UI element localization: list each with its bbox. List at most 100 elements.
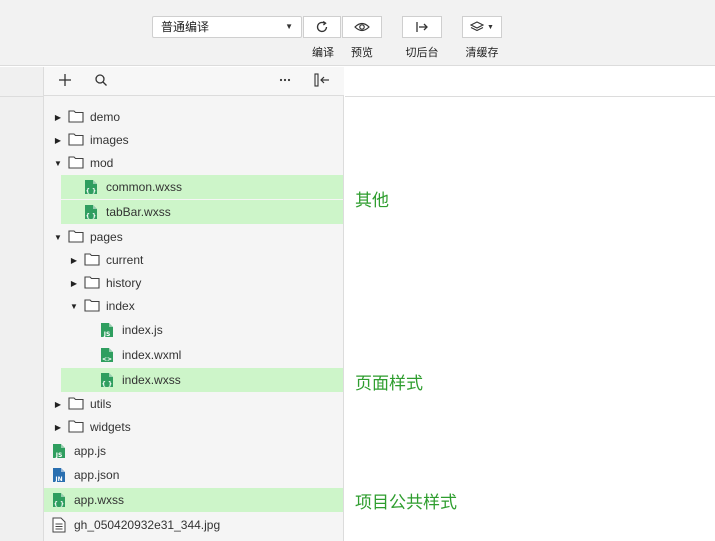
tree-item-label: current [106,253,144,267]
preview-label: 预览 [351,47,373,59]
tree-item-label: app.json [74,468,120,482]
tree-folder[interactable]: ▶ history [44,271,343,295]
folder-icon [68,229,84,245]
switch-background-button[interactable] [402,16,442,38]
search-icon[interactable] [94,73,108,87]
compile-mode-select[interactable]: 普通编译 ▼ [152,16,302,38]
expanded-arrow-icon[interactable]: ▼ [52,233,64,242]
tree-item-label: app.js [74,444,107,458]
svg-text:{ }: { } [86,213,97,220]
ellipsis-icon[interactable] [278,73,292,87]
tree-folder[interactable]: ▼ mod [44,151,343,175]
svg-text:JS: JS [55,452,63,459]
svg-text:{ }: { } [86,188,97,195]
tree-folder[interactable]: ▶ utils [44,392,343,416]
collapse-panel-icon[interactable] [314,73,330,87]
tree-file[interactable]: { } app.wxss [44,488,343,512]
compile-label: 编译 [312,47,334,59]
clear-cache-button[interactable]: ▼ [462,16,502,38]
annotation-project-style: 项目公共样式 [355,493,457,513]
expanded-arrow-icon[interactable]: ▼ [52,159,64,168]
tree-file[interactable]: JS index.js [44,318,343,342]
expanded-arrow-icon[interactable]: ▼ [68,302,80,311]
preview-button[interactable] [342,16,382,38]
folder-icon [68,155,84,171]
file-explorer: ▶ demo ▶ images ▼ mod { } common.wxss { } tabBar.… [44,67,344,541]
tree-item-label: index.js [122,323,163,337]
svg-text:JS: JS [103,331,111,338]
tree-item-label: index.wxml [122,348,182,362]
tree-folder[interactable]: ▶ demo [44,105,343,129]
tree-folder[interactable]: ▶ current [44,248,343,272]
folder-icon [84,275,100,291]
tree-folder[interactable]: ▼ index [44,294,343,318]
wxss-file-icon: { } [84,179,100,195]
tree-item-label: history [106,276,142,290]
compile-button[interactable] [303,16,341,38]
eye-icon [354,22,370,32]
refresh-icon [316,20,328,33]
image-file-icon [52,517,68,533]
svg-text:<>: <> [102,356,112,363]
collapsed-arrow-icon[interactable]: ▶ [68,256,80,265]
svg-text:JN: JN [54,476,62,483]
plus-icon[interactable] [58,73,72,87]
annotation-other: 其他 [355,191,389,211]
switch-background-label: 切后台 [405,47,439,59]
tree-item-label: demo [90,110,121,124]
layers-icon [470,21,485,32]
svg-text:{ }: { } [54,501,65,508]
tree-item-label: common.wxss [106,180,183,194]
js-file-icon: JS [100,322,116,338]
divider [345,96,715,97]
collapsed-arrow-icon[interactable]: ▶ [52,136,64,145]
js-file-icon: JS [52,443,68,459]
explorer-header [44,67,344,96]
folder-icon [84,252,100,268]
tree-folder[interactable]: ▼ pages [44,225,343,249]
tree-file[interactable]: gh_050420932e31_344.jpg [44,513,343,537]
clear-cache-label: 清缓存 [465,47,499,59]
activity-bar [0,67,44,541]
tree-item-label: widgets [90,420,131,434]
folder-icon [68,109,84,125]
collapsed-arrow-icon[interactable]: ▶ [68,279,80,288]
folder-icon [68,419,84,435]
tree-file[interactable]: { } common.wxss [61,175,343,199]
tree-item-label: mod [90,156,114,170]
tree-item-label: index.wxss [122,373,181,387]
tree-item-label: images [90,133,129,147]
tree-file[interactable]: { } index.wxss [61,368,343,392]
tree-item-label: app.wxss [74,493,125,507]
collapsed-arrow-icon[interactable]: ▶ [52,423,64,432]
tree-file[interactable]: <> index.wxml [44,343,343,367]
json-file-icon: JN [52,467,68,483]
tree-file[interactable]: JS app.js [44,439,343,463]
tree-folder[interactable]: ▶ images [44,128,343,152]
wxss-file-icon: { } [84,204,100,220]
folder-icon [68,132,84,148]
folder-icon [84,298,100,314]
svg-text:{ }: { } [102,381,113,388]
tree-file[interactable]: { } tabBar.wxss [61,200,343,224]
folder-icon [68,396,84,412]
tree-item-label: utils [90,397,112,411]
tree-file[interactable]: JN app.json [44,463,343,487]
editor-area [345,67,715,541]
tree-folder[interactable]: ▶ widgets [44,415,343,439]
top-toolbar: 普通编译 ▼ ▼ 编译 预览 切后台 清缓存 [0,0,715,66]
tree-item-label: gh_050420932e31_344.jpg [74,518,221,532]
tree-item-label: pages [90,230,123,244]
wxss-file-icon: { } [52,492,68,508]
chevron-down-icon: ▼ [285,22,293,31]
divider [0,96,44,97]
compile-mode-value: 普通编译 [161,20,210,34]
wxss-file-icon: { } [100,372,116,388]
annotation-page-style: 页面样式 [355,374,423,394]
wxml-file-icon: <> [100,347,116,363]
switch-background-icon [416,22,428,32]
collapsed-arrow-icon[interactable]: ▶ [52,113,64,122]
tree-item-label: tabBar.wxss [106,205,171,219]
collapsed-arrow-icon[interactable]: ▶ [52,400,64,409]
tree-item-label: index [106,299,135,313]
